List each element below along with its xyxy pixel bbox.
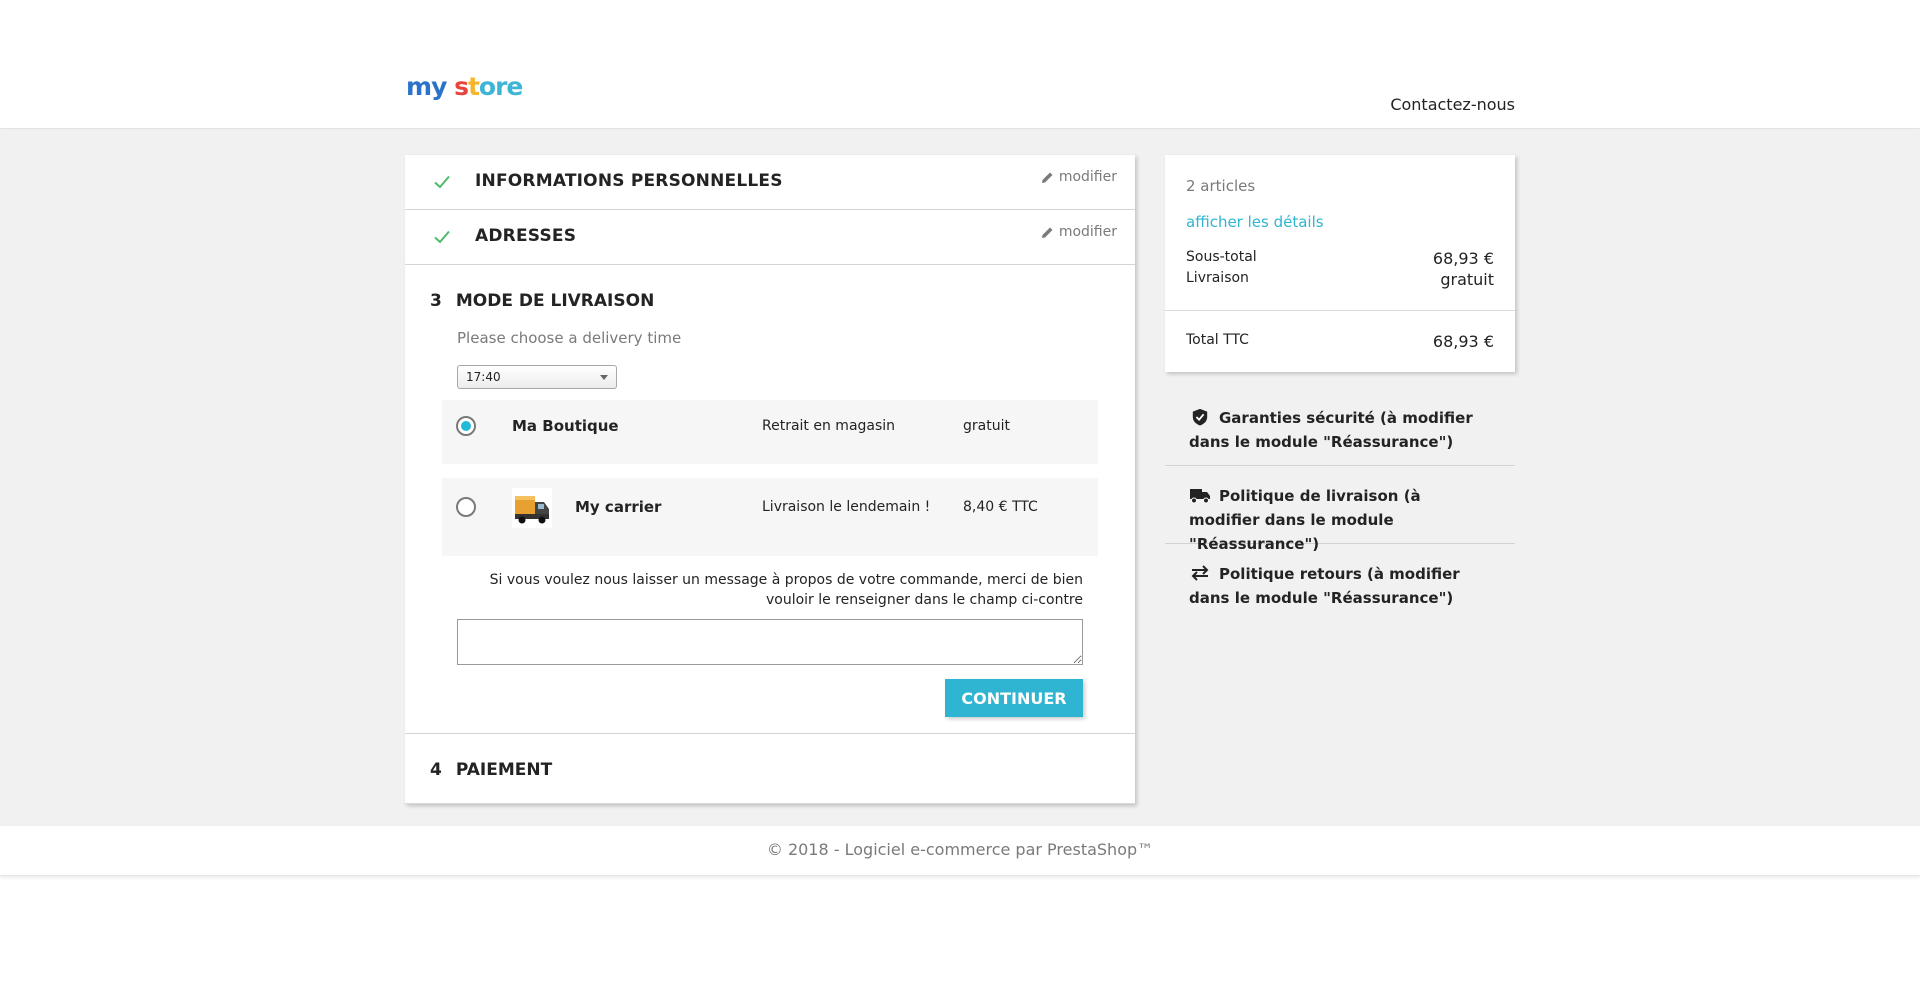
carrier-option-ma-boutique[interactable]: Ma Boutique Retrait en magasin gratuit xyxy=(442,400,1098,464)
shipping-value: gratuit xyxy=(1440,270,1494,289)
checkout-area: Informations personnelles modifier Adres… xyxy=(0,130,1920,826)
logo-letter: ore xyxy=(478,72,523,101)
step-payment: 4 Paiement xyxy=(405,734,1135,804)
carrier-price: 8,40 € TTC xyxy=(963,499,1038,515)
step-heading: 4 Paiement xyxy=(430,760,552,780)
items-count: 2 articles xyxy=(1186,177,1256,195)
total-value: 68,93 € xyxy=(1432,332,1494,351)
logo-letter: s xyxy=(454,72,469,101)
carrier-name: Ma Boutique xyxy=(512,417,619,435)
delivery-time-label: Please choose a delivery time xyxy=(457,329,682,347)
shipping-label: Livraison xyxy=(1186,270,1249,286)
delivery-time-value: 17:40 xyxy=(466,370,501,384)
step-addresses[interactable]: Adresses modifier xyxy=(405,210,1135,265)
total-label: Total TTC xyxy=(1186,332,1249,348)
step-title: Adresses xyxy=(475,226,577,246)
delivery-time-select[interactable]: 17:40 xyxy=(457,365,617,389)
step-personal-info[interactable]: Informations personnelles modifier xyxy=(405,155,1135,210)
edit-addresses-button[interactable]: modifier xyxy=(1041,224,1117,240)
reassurance-block: Garanties sécurité (à modifier dans le m… xyxy=(1165,388,1515,622)
step-title: Mode de livraison xyxy=(455,291,655,311)
carrier-radio[interactable] xyxy=(456,416,476,436)
subtotal-value: 68,93 € xyxy=(1432,249,1494,268)
carrier-name: My carrier xyxy=(575,498,662,516)
carrier-delay: Livraison le lendemain ! xyxy=(762,499,931,515)
total-row: Total TTC 68,93 € xyxy=(1186,332,1494,351)
order-message-field[interactable] xyxy=(457,619,1083,665)
cart-summary: 2 articles afficher les détails Sous-tot… xyxy=(1165,155,1515,372)
site-header: my store Contactez-nous xyxy=(0,0,1920,129)
reassurance-item: Politique de livraison (à modifier dans … xyxy=(1165,466,1515,553)
carrier-price: gratuit xyxy=(963,418,1010,434)
footer-copyright[interactable]: © 2018 - Logiciel e-commerce par PrestaS… xyxy=(0,840,1920,859)
pencil-icon xyxy=(1041,172,1053,183)
pencil-icon xyxy=(1041,227,1053,238)
order-message-label: Si vous voulez nous laisser un message à… xyxy=(489,572,1083,608)
check-icon xyxy=(434,175,450,189)
step-number: 3 xyxy=(430,291,442,311)
contact-link[interactable]: Contactez-nous xyxy=(1390,95,1515,114)
step-heading: 3 Mode de livraison xyxy=(430,291,654,311)
shield-check-icon xyxy=(1192,408,1208,426)
reassurance-item: Politique retours (à modifier dans le mo… xyxy=(1165,544,1515,622)
summary-divider xyxy=(1165,310,1515,311)
carrier-option-my-carrier[interactable]: My carrier Livraison le lendemain ! 8,40… xyxy=(442,478,1098,556)
check-icon xyxy=(434,230,450,244)
reassurance-item: Garanties sécurité (à modifier dans le m… xyxy=(1165,388,1515,466)
edit-label: modifier xyxy=(1058,224,1117,240)
step-title: Paiement xyxy=(455,760,553,780)
shipping-row: Livraison gratuit xyxy=(1186,270,1494,289)
truck-icon xyxy=(1190,489,1210,504)
step-title: Informations personnelles xyxy=(475,171,783,191)
step-number: 4 xyxy=(430,760,442,780)
step-delivery: 3 Mode de livraison Please choose a deli… xyxy=(405,265,1135,734)
checkout-steps: Informations personnelles modifier Adres… xyxy=(405,155,1135,804)
logo-letter: y xyxy=(431,72,455,101)
carrier-radio[interactable] xyxy=(456,497,476,517)
logo-letter: m xyxy=(406,72,432,101)
store-logo[interactable]: my store xyxy=(406,72,523,101)
site-footer: © 2018 - Logiciel e-commerce par PrestaS… xyxy=(0,826,1920,876)
logo-letter: t xyxy=(467,72,480,101)
truck-logo-icon xyxy=(512,488,552,528)
dropdown-arrow-icon xyxy=(600,374,608,380)
subtotal-label: Sous-total xyxy=(1186,249,1257,265)
reassurance-text: Politique retours (à modifier dans le mo… xyxy=(1189,565,1460,607)
subtotal-row: Sous-total 68,93 € xyxy=(1186,249,1494,268)
swap-arrows-icon xyxy=(1191,565,1209,581)
show-details-link[interactable]: afficher les détails xyxy=(1186,213,1324,231)
edit-personal-info-button[interactable]: modifier xyxy=(1041,169,1117,185)
reassurance-text: Garanties sécurité (à modifier dans le m… xyxy=(1189,409,1473,451)
edit-label: modifier xyxy=(1058,169,1117,185)
carrier-delay: Retrait en magasin xyxy=(762,418,896,434)
continue-button[interactable]: Continuer xyxy=(945,679,1083,717)
